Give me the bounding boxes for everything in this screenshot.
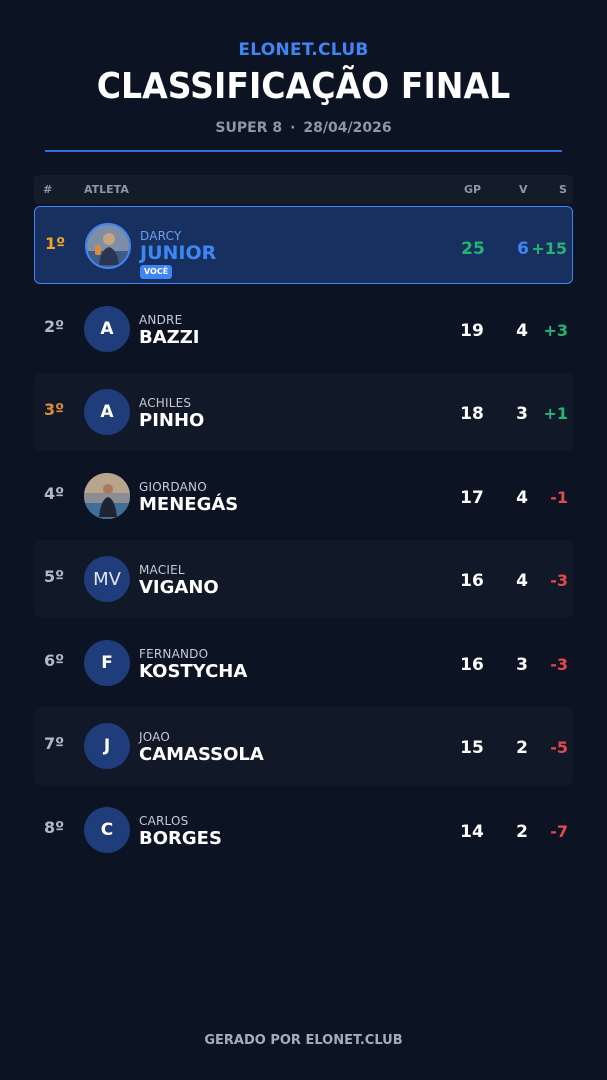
event-subtitle: SUPER 8 · 28/04/2026 — [0, 120, 607, 136]
table-row[interactable]: 5º MV MACIEL VIGANO 16 4 -3 — [34, 540, 573, 618]
games-played: 14 — [460, 822, 484, 842]
athlete-last-name: BAZZI — [139, 327, 200, 348]
athlete-first-name: ANDRE — [139, 313, 183, 327]
balance: -7 — [550, 822, 568, 841]
rank: 5º — [44, 567, 65, 586]
balance: -1 — [550, 488, 568, 507]
column-athlete: ATLETA — [84, 183, 129, 196]
avatar-initials: A — [100, 319, 114, 339]
wins: 4 — [516, 321, 528, 341]
avatar: A — [84, 389, 130, 435]
athlete-last-name: PINHO — [139, 410, 205, 431]
header-divider — [45, 150, 562, 152]
table-row-current-user[interactable]: 1º DARCY JUNIOR VOCÊ 25 6 +15 — [34, 206, 573, 284]
event-name: SUPER 8 — [215, 120, 283, 136]
avatar: F — [84, 640, 130, 686]
avatar-photo — [84, 473, 130, 519]
balance: -5 — [550, 738, 568, 757]
column-s: S — [559, 183, 567, 196]
avatar-initials: MV — [93, 568, 121, 590]
footer-credit: GERADO POR ELONET.CLUB — [204, 1033, 403, 1048]
balance: +3 — [543, 321, 568, 340]
games-played: 16 — [460, 655, 484, 675]
games-played: 17 — [460, 488, 484, 508]
wins: 2 — [516, 822, 528, 842]
balance: +1 — [543, 404, 568, 423]
games-played: 15 — [460, 738, 484, 758]
separator-dot: · — [290, 120, 296, 136]
athlete-last-name: MENEGÁS — [139, 494, 239, 515]
wins: 4 — [516, 488, 528, 508]
wins: 2 — [516, 738, 528, 758]
avatar: J — [84, 723, 130, 769]
event-date: 28/04/2026 — [303, 120, 392, 136]
games-played: 25 — [461, 239, 485, 259]
rank: 7º — [44, 734, 65, 753]
athlete-first-name: JOAO — [139, 730, 171, 744]
column-rank: # — [43, 183, 53, 196]
brand-logo-text: ELONET.CLUB — [238, 40, 369, 60]
table-row[interactable]: 3º A ACHILES PINHO 18 3 +1 — [34, 373, 573, 451]
column-v: V — [519, 183, 528, 196]
table-row[interactable]: 8º C CARLOS BORGES 14 2 -7 — [34, 791, 573, 869]
avatar-initials: J — [103, 736, 111, 756]
wins: 4 — [516, 571, 528, 591]
balance: -3 — [550, 655, 568, 674]
page-title: CLASSIFICAÇÃO FINAL — [96, 66, 511, 107]
rank: 1º — [45, 234, 66, 253]
games-played: 16 — [460, 571, 484, 591]
avatar-initials: A — [100, 402, 114, 422]
athlete-last-name: BORGES — [139, 828, 222, 849]
athlete-photo-icon — [87, 225, 129, 267]
table-row[interactable]: 7º J JOAO CAMASSOLA 15 2 -5 — [34, 707, 573, 785]
athlete-first-name: DARCY — [140, 229, 182, 243]
avatar-initials: C — [100, 820, 114, 840]
table-row[interactable]: 6º F FERNANDO KOSTYCHA 16 3 -3 — [34, 624, 573, 702]
avatar-initials: F — [101, 653, 113, 673]
avatar: MV — [84, 556, 130, 602]
athlete-first-name: GIORDANO — [139, 480, 207, 494]
rank: 3º — [44, 400, 65, 419]
avatar: C — [84, 807, 130, 853]
athlete-first-name: MACIEL — [139, 563, 185, 577]
rank: 6º — [44, 651, 65, 670]
athlete-first-name: ACHILES — [139, 396, 192, 410]
athlete-photo-icon — [84, 473, 130, 519]
rank: 8º — [44, 818, 65, 837]
athlete-first-name: FERNANDO — [139, 647, 209, 661]
you-badge: VOCÊ — [140, 265, 173, 279]
wins: 3 — [516, 404, 528, 424]
games-played: 19 — [460, 321, 484, 341]
rank: 2º — [44, 317, 65, 336]
rank: 4º — [44, 484, 65, 503]
avatar-photo — [85, 223, 131, 269]
athlete-last-name: JUNIOR — [140, 242, 217, 264]
athlete-last-name: KOSTYCHA — [139, 661, 248, 682]
table-header: # ATLETA GP V S — [34, 175, 573, 204]
balance: +15 — [531, 239, 567, 258]
wins: 3 — [516, 655, 528, 675]
athlete-first-name: CARLOS — [139, 814, 189, 828]
athlete-last-name: VIGANO — [139, 577, 219, 598]
games-played: 18 — [460, 404, 484, 424]
athlete-last-name: CAMASSOLA — [139, 744, 264, 765]
table-row[interactable]: 2º A ANDRE BAZZI 19 4 +3 — [34, 290, 573, 368]
balance: -3 — [550, 571, 568, 590]
column-gp: GP — [464, 183, 482, 196]
table-row[interactable]: 4º GIORDANO MENEGÁS 17 4 -1 — [34, 457, 573, 535]
avatar: A — [84, 306, 130, 352]
